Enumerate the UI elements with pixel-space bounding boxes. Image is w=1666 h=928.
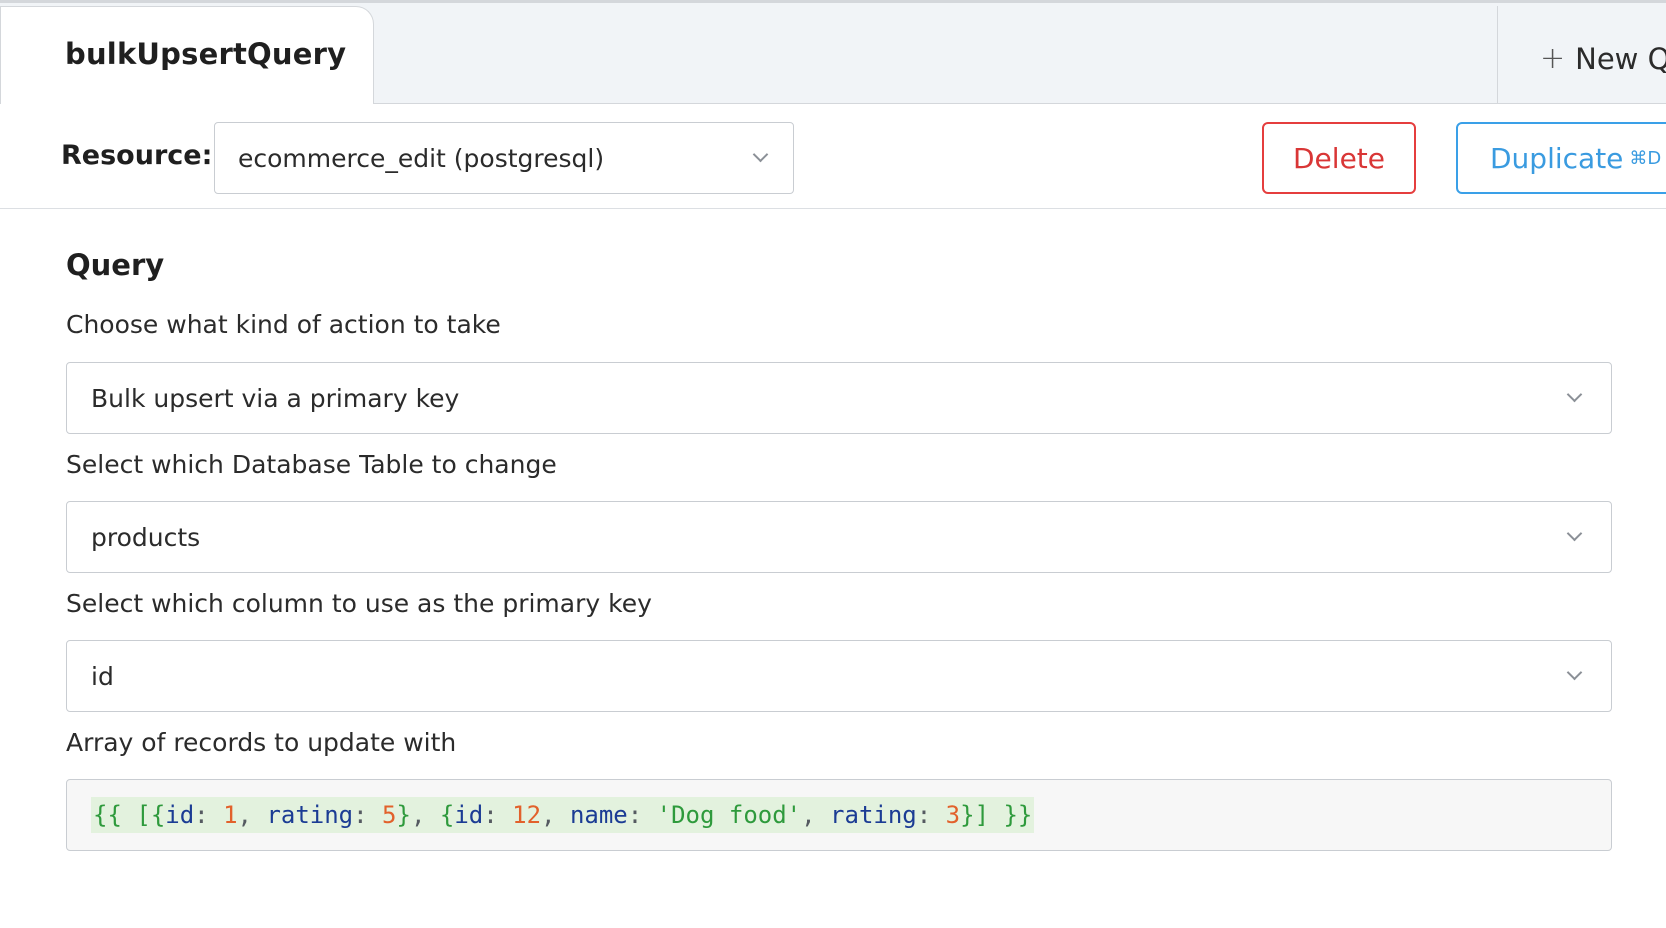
resource-bar: Resource: ecommerce_edit (postgresql) De…	[0, 104, 1666, 209]
records-label: Array of records to update with	[66, 728, 457, 757]
primary-key-value: id	[91, 661, 114, 691]
tab-divider	[1497, 6, 1498, 106]
table-value: products	[91, 522, 201, 552]
chevron-down-icon	[1566, 386, 1583, 403]
duplicate-button[interactable]: Duplicate ⌘D	[1456, 122, 1666, 194]
query-tab-bar: bulkUpsertQuery + New Q	[0, 0, 1666, 108]
new-query-button[interactable]: + New Q	[1540, 41, 1666, 76]
records-code-value: {{ [{id: 1, rating: 5}, {id: 12, name: '…	[91, 797, 1035, 833]
primary-key-label: Select which column to use as the primar…	[66, 589, 652, 618]
tab-label: bulkUpsertQuery	[65, 36, 347, 71]
query-section-title: Query	[66, 248, 165, 282]
plus-icon: +	[1540, 41, 1566, 76]
records-code-input[interactable]: {{ [{id: 1, rating: 5}, {id: 12, name: '…	[66, 779, 1612, 851]
duplicate-label: Duplicate	[1490, 141, 1624, 175]
new-query-label: New Q	[1575, 41, 1666, 76]
resource-label: Resource:	[61, 140, 213, 171]
table-label: Select which Database Table to change	[66, 450, 557, 479]
primary-key-select[interactable]: id	[66, 640, 1612, 712]
table-select[interactable]: products	[66, 501, 1612, 573]
query-editor: Query Choose what kind of action to take…	[0, 210, 1666, 928]
resource-select[interactable]: ecommerce_edit (postgresql)	[214, 122, 794, 194]
tab-bulk-upsert-query[interactable]: bulkUpsertQuery	[0, 6, 374, 108]
duplicate-shortcut: ⌘D	[1629, 147, 1662, 169]
chevron-down-icon	[1566, 525, 1583, 542]
action-type-select[interactable]: Bulk upsert via a primary key	[66, 362, 1612, 434]
chevron-down-icon	[1566, 664, 1583, 681]
chevron-down-icon	[752, 146, 769, 163]
action-type-label: Choose what kind of action to take	[66, 310, 501, 339]
delete-button[interactable]: Delete	[1262, 122, 1416, 194]
resource-select-value: ecommerce_edit (postgresql)	[238, 143, 605, 173]
action-type-value: Bulk upsert via a primary key	[91, 383, 460, 413]
